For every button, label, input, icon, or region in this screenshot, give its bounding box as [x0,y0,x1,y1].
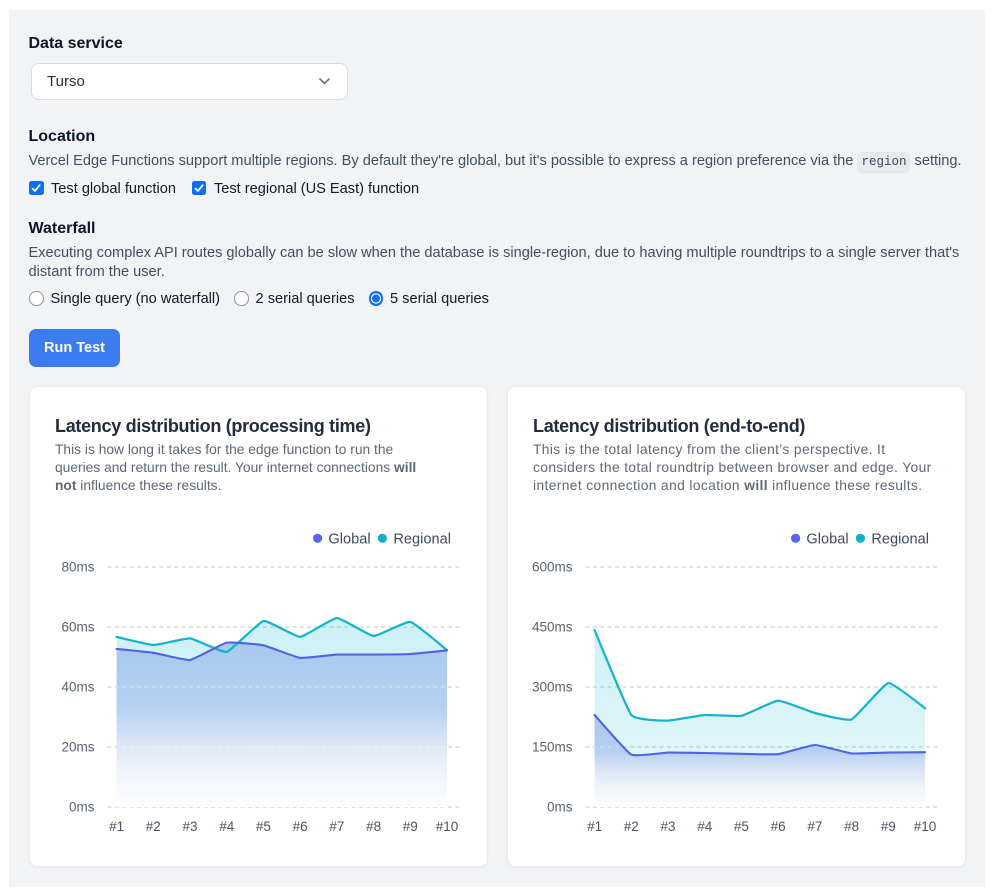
svg-text:#9: #9 [403,819,418,834]
svg-text:Global: Global [806,531,848,547]
svg-text:#3: #3 [661,819,676,834]
svg-text:#7: #7 [807,819,822,834]
svg-text:#10: #10 [914,819,937,834]
svg-text:#4: #4 [697,819,713,834]
svg-text:150ms: 150ms [532,740,573,755]
svg-text:Global: Global [328,531,370,547]
svg-text:Regional: Regional [393,531,451,547]
svg-text:#2: #2 [146,819,161,834]
svg-text:#5: #5 [256,819,271,834]
svg-text:#8: #8 [366,819,381,834]
svg-text:60ms: 60ms [61,620,94,635]
svg-text:#6: #6 [293,819,308,834]
svg-text:#6: #6 [771,819,786,834]
svg-text:0ms: 0ms [69,800,95,815]
svg-text:40ms: 40ms [61,680,94,695]
svg-text:0ms: 0ms [547,800,573,815]
svg-text:#2: #2 [624,819,639,834]
svg-text:#3: #3 [183,819,198,834]
svg-text:450ms: 450ms [532,620,573,635]
svg-text:#7: #7 [329,819,344,834]
svg-text:#1: #1 [587,819,602,834]
svg-text:#5: #5 [734,819,749,834]
svg-text:#8: #8 [844,819,859,834]
svg-text:#9: #9 [881,819,896,834]
svg-text:20ms: 20ms [61,740,94,755]
svg-text:600ms: 600ms [532,560,573,575]
svg-text:300ms: 300ms [532,680,573,695]
svg-text:#4: #4 [219,819,235,834]
svg-text:Regional: Regional [871,531,929,547]
svg-text:80ms: 80ms [61,560,94,575]
svg-text:#1: #1 [109,819,124,834]
svg-text:#10: #10 [436,819,459,834]
